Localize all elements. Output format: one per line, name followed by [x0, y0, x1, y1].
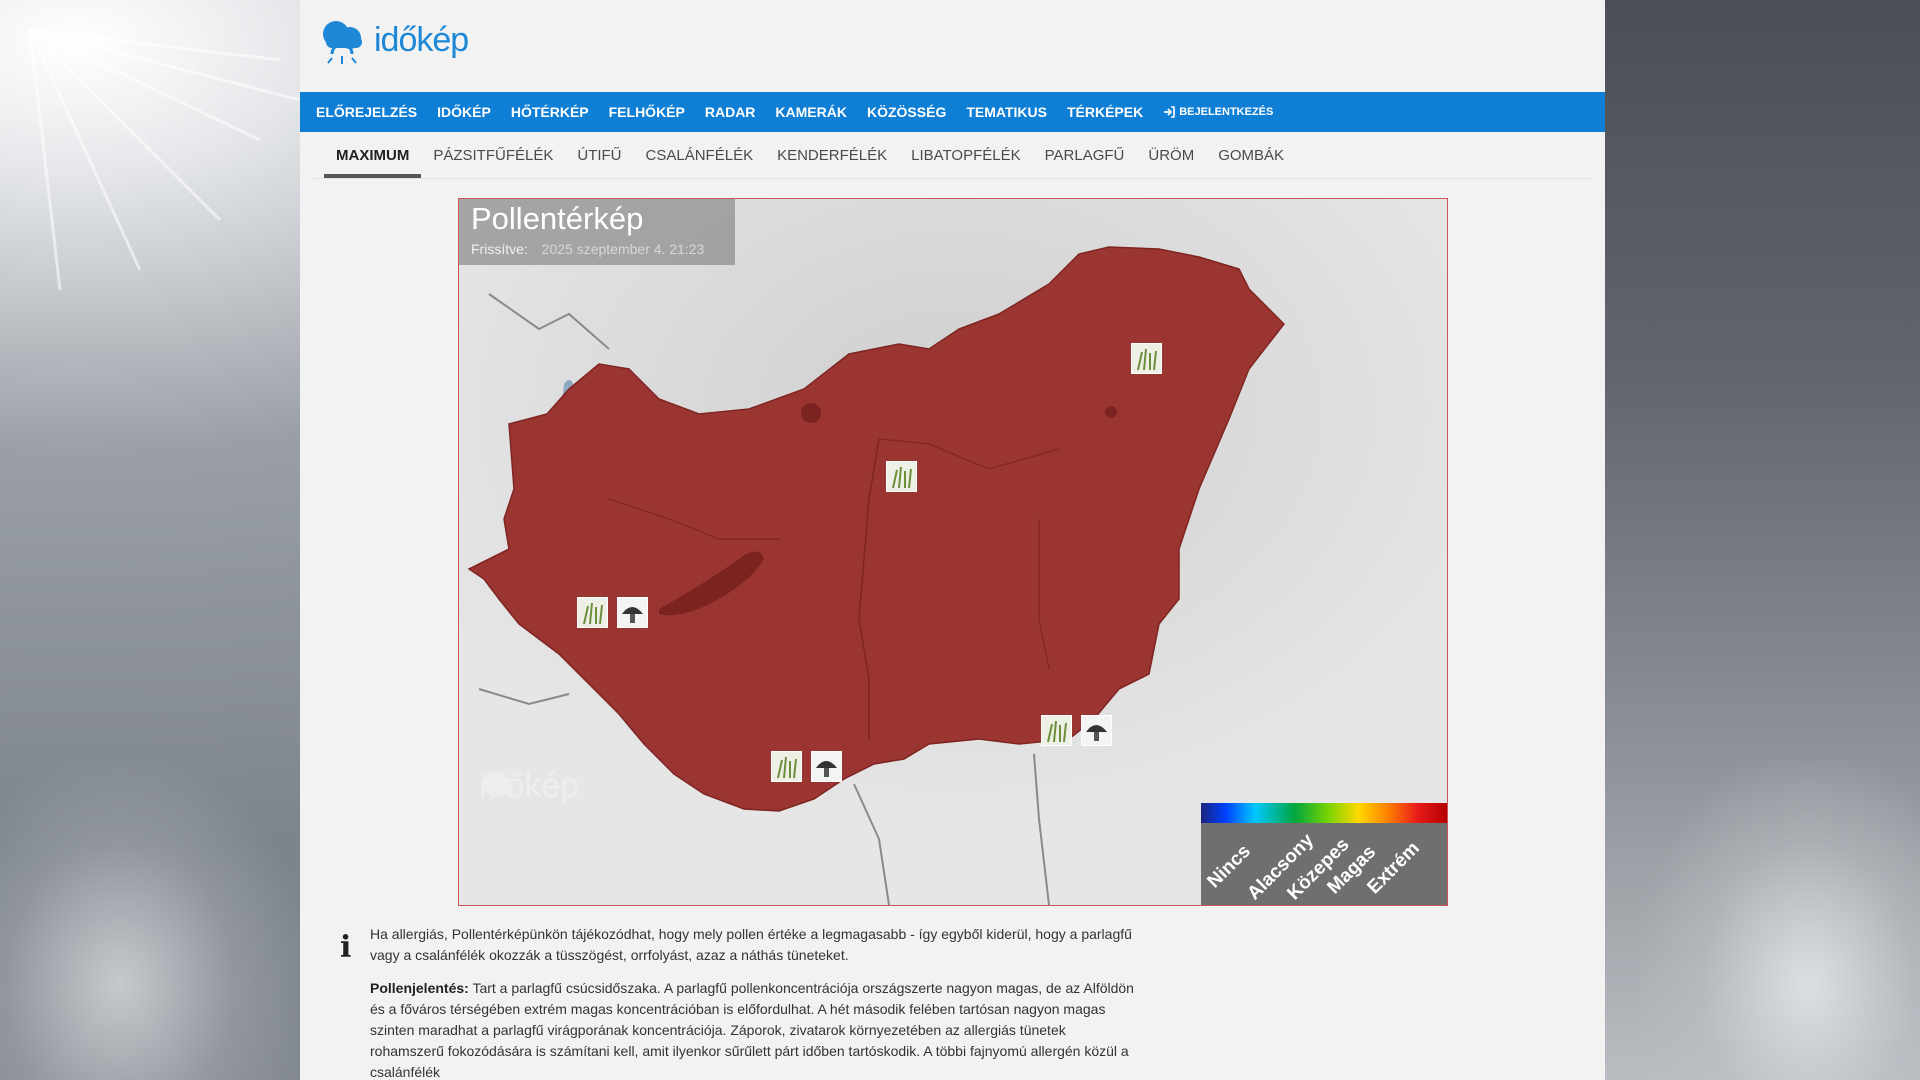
map-title: Pollentérkép: [471, 201, 644, 236]
mushroom-spore-icon[interactable]: [811, 751, 842, 782]
login-button[interactable]: BEJELENTKEZÉS: [1163, 106, 1273, 118]
mushroom-spore-icon[interactable]: [617, 597, 648, 628]
grass-pollen-icon[interactable]: [1041, 715, 1072, 746]
map-updated-value: 2025 szeptember 4. 21:23: [541, 241, 705, 257]
login-label: BEJELENTKEZÉS: [1179, 106, 1274, 118]
grass-pollen-icon[interactable]: [771, 751, 802, 782]
map-legend: Nincs Alacsony Közepes Magas Extrém: [1201, 803, 1447, 905]
nav-radar[interactable]: RADAR: [705, 104, 756, 120]
info-section: i Ha allergiás, Pollentérképünkön tájéko…: [340, 924, 1140, 1080]
legend-label-extreme: Extrém: [1363, 837, 1424, 899]
logo-text: időkép: [374, 20, 469, 59]
nav-kamerak[interactable]: KAMERÁK: [775, 104, 847, 120]
legend-color-bar: [1201, 803, 1447, 823]
nav-terkepek[interactable]: TÉRKÉPEK: [1067, 104, 1143, 120]
tab-utifu[interactable]: ÚTIFŰ: [565, 147, 633, 178]
background-cloud-right: [1640, 760, 1920, 1080]
nav-elorejelzes[interactable]: ELŐREJELZÉS: [316, 104, 417, 120]
tab-parlagfu[interactable]: PARLAGFŰ: [1033, 147, 1137, 178]
map-updated: Frissítve: 2025 szeptember 4. 21:23: [471, 241, 704, 257]
pollen-report-text: Tart a parlagfű csúcsidőszaka. A parlagf…: [370, 980, 1134, 1080]
grass-pollen-icon[interactable]: [886, 461, 917, 492]
tab-gombak[interactable]: GOMBÁK: [1206, 147, 1296, 178]
mushroom-spore-icon[interactable]: [1081, 715, 1112, 746]
tab-maximum[interactable]: MAXIMUM: [324, 147, 422, 178]
nav-hoterkep[interactable]: HŐTÉRKÉP: [511, 104, 589, 120]
page-container: időkép ELŐREJELZÉS IDŐKÉP HŐTÉRKÉP FELHŐ…: [300, 0, 1605, 1080]
cloud-sun-logo-icon: [323, 21, 362, 64]
site-logo[interactable]: időkép: [318, 14, 469, 66]
background-cloud-left: [0, 760, 300, 1080]
main-navigation: ELŐREJELZÉS IDŐKÉP HŐTÉRKÉP FELHŐKÉP RAD…: [300, 92, 1605, 132]
map-updated-label: Frissítve:: [471, 241, 528, 257]
login-icon: [1164, 106, 1176, 118]
header: időkép: [300, 0, 1605, 92]
grass-pollen-icon[interactable]: [1131, 343, 1162, 374]
nav-tematikus[interactable]: TEMATIKUS: [966, 104, 1047, 120]
pollen-report: Pollenjelentés: Tart a parlagfű csúcsidő…: [370, 978, 1140, 1080]
pollen-report-label: Pollenjelentés:: [370, 980, 469, 996]
info-icon: i: [340, 930, 352, 965]
grass-pollen-icon[interactable]: [577, 597, 608, 628]
tab-urom[interactable]: ÜRÖM: [1136, 147, 1206, 178]
tab-libatopfelek[interactable]: LIBATOPFÉLÉK: [899, 147, 1033, 178]
nav-idokep[interactable]: IDŐKÉP: [437, 104, 491, 120]
tab-pazsitfufelek[interactable]: PÁZSITFŰFÉLÉK: [421, 147, 565, 178]
watermark-logo-icon: [482, 772, 513, 794]
map-title-box: Pollentérkép Frissítve: 2025 szeptember …: [459, 199, 735, 265]
map-terrain: [459, 199, 1447, 905]
nav-felhokep[interactable]: FELHŐKÉP: [609, 104, 685, 120]
tab-kenderfelek[interactable]: KENDERFÉLÉK: [765, 147, 899, 178]
map-watermark: időkép: [479, 767, 579, 806]
nav-kozosseg[interactable]: KÖZÖSSÉG: [867, 104, 946, 120]
pollen-map[interactable]: Pollentérkép Frissítve: 2025 szeptember …: [458, 198, 1448, 906]
info-intro: Ha allergiás, Pollentérképünkön tájékozó…: [370, 926, 1132, 963]
sun-rays: [28, 28, 300, 291]
tab-csalanfelek[interactable]: CSALÁNFÉLÉK: [634, 147, 766, 178]
pollen-type-tabs: MAXIMUM PÁZSITFŰFÉLÉK ÚTIFŰ CSALÁNFÉLÉK …: [312, 132, 1593, 179]
